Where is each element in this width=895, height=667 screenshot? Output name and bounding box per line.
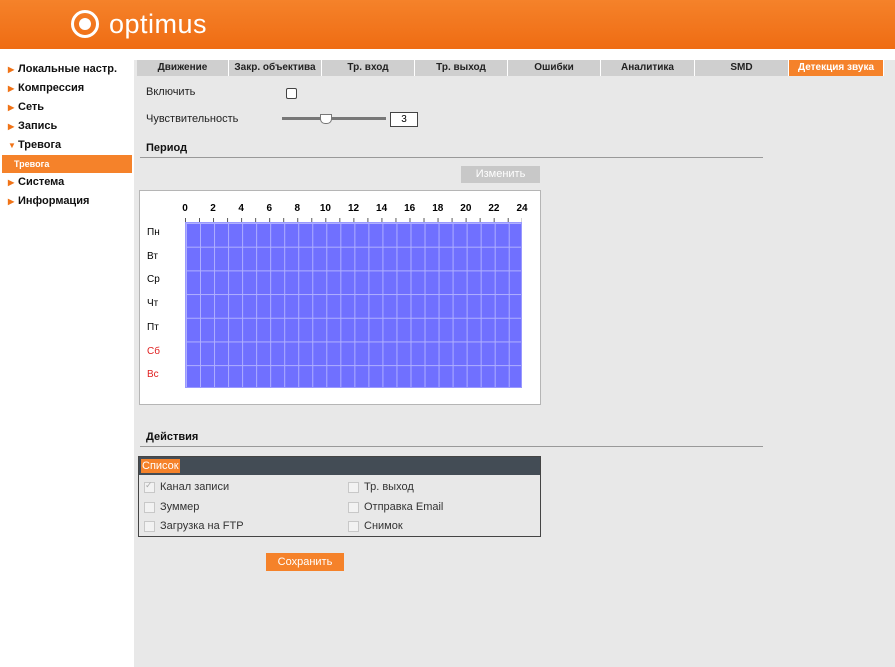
arrow-right-icon: ▶ [8, 65, 15, 74]
period-title: Период [146, 142, 188, 154]
actions-title: Действия [146, 431, 199, 443]
optimus-logo-icon [71, 10, 99, 38]
hour-label: 4 [238, 203, 244, 214]
main-content: Движение Закр. объектива Тр. вход Тр. вы… [134, 60, 895, 667]
divider [140, 446, 763, 447]
hour-label: 6 [266, 203, 273, 214]
tab-alarm-out[interactable]: Тр. выход [415, 60, 508, 76]
sidebar-item-alarm[interactable]: ▼ Тревога [0, 136, 134, 155]
sidebar-subitem-alarm[interactable]: Тревога [2, 155, 132, 173]
hour-label: 12 [347, 203, 360, 214]
edit-button[interactable]: Изменить [461, 166, 540, 183]
sidebar-item-local-settings[interactable]: ▶ Локальные настр. [0, 60, 134, 79]
brand-logo: optimus [71, 8, 207, 40]
send-email-label: Отправка Email [364, 501, 444, 513]
tab-motion[interactable]: Движение [137, 60, 229, 76]
sidebar-item-information[interactable]: ▶ Информация [0, 192, 134, 211]
tab-smd[interactable]: SMD [695, 60, 789, 76]
record-channel-label: Канал записи [160, 481, 230, 493]
hour-label: 2 [210, 203, 216, 214]
buzzer-checkbox[interactable] [144, 502, 155, 513]
tab-bar: Движение Закр. объектива Тр. вход Тр. вы… [137, 60, 884, 76]
tab-lens-cover[interactable]: Закр. объектива [229, 60, 322, 76]
day-label: Пн [147, 227, 160, 238]
hour-label: 0 [182, 203, 188, 214]
hour-label: 22 [488, 203, 500, 214]
day-label: Ср [147, 274, 160, 286]
sensitivity-slider[interactable] [282, 117, 386, 120]
schedule-grid[interactable] [185, 222, 522, 388]
day-label: Пт [147, 321, 159, 333]
save-button[interactable]: Сохранить [266, 553, 344, 571]
send-email-checkbox[interactable] [348, 502, 359, 513]
arrow-down-icon: ▼ [8, 141, 16, 150]
tab-errors[interactable]: Ошибки [508, 60, 601, 76]
arrow-right-icon: ▶ [8, 178, 15, 187]
sidebar-item-compression[interactable]: ▶ Компрессия [0, 79, 134, 98]
list-header-label: Список [141, 459, 180, 473]
enable-label: Включить [146, 86, 196, 98]
tab-sound-detection[interactable]: Детекция звука [789, 60, 884, 76]
tab-alarm-in[interactable]: Тр. вход [322, 60, 415, 76]
snapshot-label: Снимок [364, 520, 403, 532]
ftp-upload-checkbox[interactable] [144, 521, 155, 532]
hour-label: 8 [294, 203, 301, 214]
day-label: Чт [147, 298, 159, 310]
top-header: optimus [0, 0, 895, 49]
actions-list: Список Канал записи Тр. выход Зуммер Отп… [138, 456, 541, 537]
tab-analytics[interactable]: Аналитика [601, 60, 695, 76]
sidebar-item-network[interactable]: ▶ Сеть [0, 98, 134, 117]
alarm-out-label: Тр. выход [364, 481, 414, 493]
hour-label: 20 [460, 203, 472, 214]
day-label: Вт [147, 250, 158, 262]
arrow-right-icon: ▶ [8, 197, 15, 206]
sidebar-item-system[interactable]: ▶ Система [0, 173, 134, 192]
arrow-right-icon: ▶ [8, 84, 15, 93]
snapshot-checkbox[interactable] [348, 521, 359, 532]
sensitivity-value[interactable]: 3 [390, 112, 418, 127]
schedule-panel: 0 2 4 6 8 10 12 14 16 18 20 22 24 Пн Вт Ср Чт Пт Сб Вс [139, 190, 541, 405]
buzzer-label: Зуммер [160, 501, 200, 513]
arrow-right-icon: ▶ [8, 122, 15, 131]
sensitivity-slider-handle[interactable] [320, 114, 332, 124]
hour-label: 16 [404, 203, 416, 214]
divider [140, 157, 763, 158]
sidebar: ▶ Локальные настр. ▶ Компрессия ▶ Сеть ▶ Зап… [0, 60, 134, 211]
record-channel-checkbox[interactable] [144, 480, 155, 493]
ftp-upload-label: Загрузка на FTP [160, 520, 244, 532]
sensitivity-label: Чувствительность [146, 113, 239, 125]
arrow-right-icon: ▶ [8, 103, 15, 112]
day-label: Сб [147, 345, 160, 357]
actions-list-header: Список [139, 457, 540, 475]
alarm-out-checkbox[interactable] [348, 482, 359, 493]
brand-name: optimus [109, 9, 208, 39]
hour-label: 18 [432, 203, 444, 214]
hour-label: 14 [376, 203, 388, 214]
day-label: Вс [147, 369, 159, 381]
enable-checkbox[interactable] [286, 88, 297, 99]
hour-label: 10 [319, 203, 331, 214]
sidebar-item-record[interactable]: ▶ Запись [0, 117, 134, 136]
hour-label: 24 [516, 203, 528, 214]
